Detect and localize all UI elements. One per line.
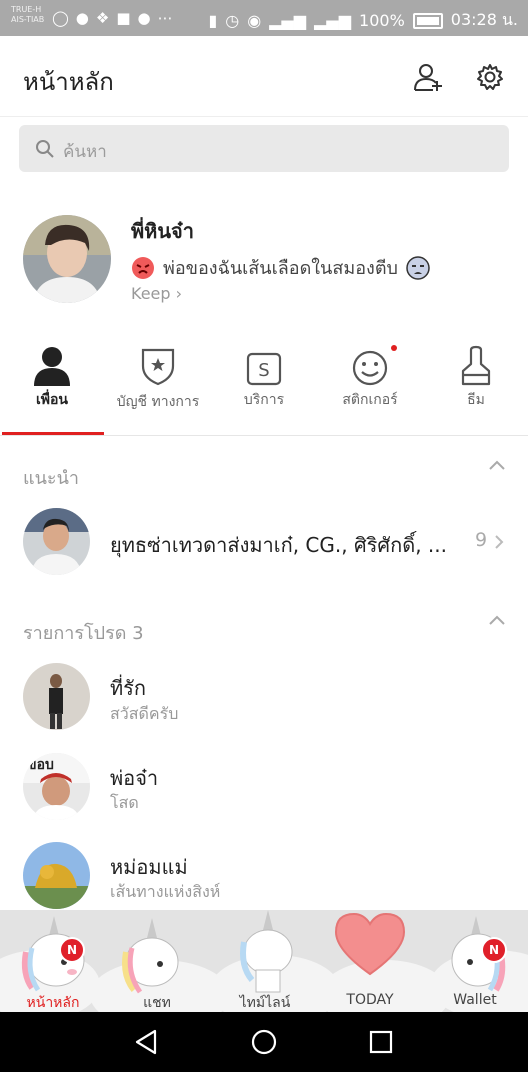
tab-friends-label: เพื่อน [36, 392, 68, 408]
recommend-avatar[interactable] [23, 508, 90, 575]
new-sticker-dot [391, 345, 397, 351]
active-tab-indicator [2, 432, 104, 435]
favorite-sub-1: สวัสดีครับ [110, 704, 179, 723]
tab-themes[interactable]: ธีม [424, 338, 528, 435]
signal-2-icon: ▂▄▆ [314, 11, 352, 30]
chat-bubble-icon: ● [75, 9, 89, 27]
favorite-sub-2: โสด [110, 793, 139, 812]
battery-percent: 100% [359, 11, 405, 30]
sticker-icon [352, 350, 388, 386]
signal-icon: ▂▄▆ [269, 11, 307, 30]
home-circle-icon[interactable] [251, 1029, 277, 1055]
official-account-icon [141, 348, 175, 386]
profile-status-text: พ่อของฉันเส้นเลือดในสมองตีบ [163, 258, 398, 279]
person-icon [34, 347, 70, 386]
theme-brush-icon [461, 345, 491, 386]
vibrate-mode-icon: ▮ [208, 11, 218, 30]
tab-themes-label: ธีม [467, 392, 485, 408]
favorite-avatar-3[interactable] [23, 842, 90, 909]
drop-icon: ◯ [52, 9, 69, 27]
unicorn-chat-icon [122, 918, 179, 994]
carrier-bottom: AIS-TIAB [11, 15, 45, 24]
unicorn-timeline-icon [240, 910, 293, 993]
favorite-name-2[interactable]: พ่อจ๋า [110, 762, 158, 794]
favorite-avatar-2[interactable]: ขอบ [23, 753, 90, 820]
bottom-tab-timeline[interactable]: ไทม์ไลน์ [220, 992, 310, 1012]
profile-status[interactable]: พ่อของฉันเส้นเลือดในสมองตีบ [131, 253, 430, 282]
recent-apps-icon[interactable] [369, 1030, 393, 1054]
wallet-new-badge: N [481, 937, 507, 963]
favorite-avatar-1[interactable] [23, 663, 90, 730]
bottom-tab-bar: N N หน้าหลัก แชท ไทม์ไลน์ TODAY Wallet [0, 910, 528, 1012]
recommend-section-title: แนะนำ [23, 468, 79, 489]
favorites-section-title: รายการโปรด 3 [23, 623, 144, 644]
clock-time: 03:28 น. [450, 10, 518, 29]
carrier-top: TRUE-H [11, 5, 42, 14]
recommend-count: 9 [475, 529, 488, 551]
search-placeholder: ค้นหา [63, 142, 107, 162]
tab-stickers[interactable]: สติกเกอร์ [318, 338, 422, 435]
status-bar: TRUE-H AIS-TIAB ◯ ● ❖ ■ ● ⋯ ▮ ◷ ◉ ▂▄▆ ▂▄… [0, 0, 528, 36]
unicorn-wallet-icon [451, 916, 506, 992]
search-icon [36, 140, 54, 158]
eye-icon: ◉ [247, 11, 262, 30]
profile-avatar[interactable] [23, 215, 111, 303]
favorite-name-1[interactable]: ที่รัก [110, 672, 146, 704]
tab-official-accounts-label: บัญชี ทางการ [116, 394, 200, 410]
system-icons: ▮ ◷ ◉ ▂▄▆ ▂▄▆ 100% 03:28 น. [208, 8, 518, 33]
category-tabs: เพื่อน บัญชี ทางการ S บริการ สติกเกอร์ ธ… [0, 338, 528, 436]
crying-emoji-icon [406, 255, 430, 280]
tab-official-accounts[interactable]: บัญชี ทางการ [106, 338, 210, 435]
svg-text:S: S [258, 360, 269, 381]
search-input[interactable]: ค้นหา [19, 125, 509, 172]
tab-stickers-label: สติกเกอร์ [342, 392, 398, 408]
vibrate-icon: ❖ [95, 9, 110, 27]
gear-icon[interactable] [475, 62, 505, 92]
bottom-tab-chat[interactable]: แชท [112, 992, 202, 1012]
svg-text:ขอบ: ขอบ [27, 757, 54, 773]
more-icon: ⋯ [157, 9, 173, 27]
chevron-right-icon[interactable] [494, 534, 504, 550]
bottom-tab-wallet[interactable]: Wallet [430, 992, 520, 1008]
chevron-right-icon: › [175, 284, 183, 303]
battery-icon [412, 12, 443, 29]
line-icon: ● [137, 9, 151, 27]
app-header: หน้าหลัก [0, 36, 528, 117]
bottom-tab-home[interactable]: หน้าหลัก [8, 992, 98, 1012]
tab-services-label: บริการ [243, 392, 285, 408]
recommend-friends-text[interactable]: ยุทธซ่าเทวดาส่งมาเก๋, CG., ศิริศักดิ์, .… [110, 529, 455, 561]
add-friend-icon[interactable] [413, 62, 443, 92]
favorite-name-3[interactable]: หม่อมแม่ [110, 851, 188, 883]
home-new-badge: N [59, 937, 85, 963]
tab-friends[interactable]: เพื่อน [0, 338, 104, 435]
keep-label: Keep [131, 284, 171, 303]
collapse-favorites-icon[interactable] [488, 614, 506, 626]
heart-today-icon [334, 912, 406, 976]
favorite-sub-3: เส้นทางแห่งสิงห์ [110, 882, 221, 901]
service-icon: S [246, 352, 282, 386]
keep-link[interactable]: Keep › [131, 284, 182, 303]
angry-emoji-icon [132, 256, 154, 279]
notification-icons: ◯ ● ❖ ■ ● ⋯ [52, 9, 173, 27]
bottom-tab-today[interactable]: TODAY [325, 992, 415, 1008]
carrier-label: TRUE-H AIS-TIAB [11, 5, 44, 25]
collapse-recommend-icon[interactable] [488, 459, 506, 471]
facebook-icon: ■ [116, 9, 131, 27]
page-title: หน้าหลัก [23, 68, 114, 96]
system-navigation-bar [0, 1012, 528, 1072]
profile-name[interactable]: พี่หินจ๋า [131, 215, 194, 247]
back-icon[interactable] [133, 1029, 159, 1055]
tab-services[interactable]: S บริการ [212, 338, 316, 435]
alarm-icon: ◷ [225, 11, 240, 30]
